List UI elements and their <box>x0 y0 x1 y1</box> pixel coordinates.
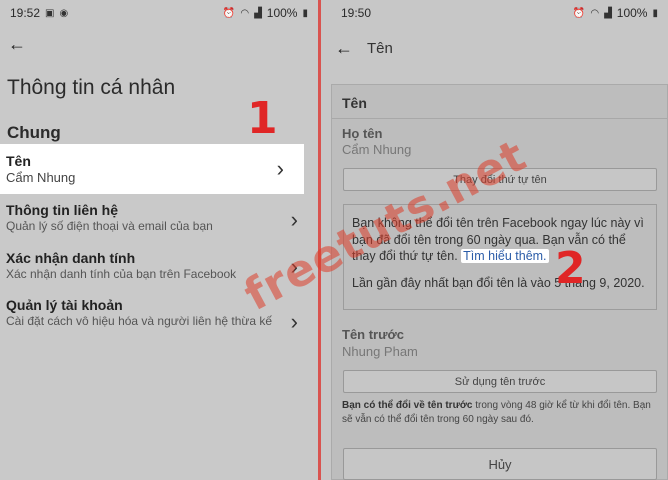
note-bold: Bạn có thể đổi về tên trước <box>342 400 473 411</box>
full-name-label: Họ tên <box>342 126 383 141</box>
page-title: Thông tin cá nhân <box>7 76 176 99</box>
status-time: 19:50 <box>341 6 372 20</box>
battery-icon: ▮ <box>302 7 308 19</box>
chevron-right-icon: › <box>276 156 284 181</box>
signal-icon: ▟ <box>604 7 612 19</box>
menu-item-sub: Cài đặt cách vô hiệu hóa và người liên h… <box>6 314 273 328</box>
wifi-icon: ◠ <box>590 7 600 19</box>
battery-icon: ▮ <box>652 7 658 19</box>
card-title: Tên <box>342 95 367 111</box>
menu-item-name[interactable]: Tên Cẩm Nhung › <box>0 144 304 194</box>
status-bar: 19:52 ▣ ◉ ⏰ ◠ ▟ 100% ▮ <box>0 0 318 26</box>
previous-name-value: Nhung Pham <box>342 344 418 359</box>
chevron-right-icon: › <box>290 207 298 232</box>
menu-item-contact[interactable]: Thông tin liên hệ Quản lý số điện thoại … <box>0 202 318 238</box>
gallery-icon: ▣ <box>45 7 55 19</box>
previous-name-note: Bạn có thể đổi về tên trước trong vòng 4… <box>342 399 664 427</box>
alarm-icon: ⏰ <box>572 7 586 19</box>
status-time: 19:52 <box>10 6 41 20</box>
info-text-2: Lần gần đây nhất bạn đổi tên là vào 5 th… <box>352 275 645 290</box>
alarm-icon: ⏰ <box>222 7 236 19</box>
section-title: Chung <box>7 123 61 142</box>
menu-item-label: Thông tin liên hệ <box>6 202 118 218</box>
back-arrow-icon[interactable]: ← <box>335 38 353 59</box>
menu-item-sub: Quản lý số điện thoại và email của bạn <box>6 219 213 233</box>
menu-item-sub: Cẩm Nhung <box>6 170 76 185</box>
signal-icon: ▟ <box>254 7 262 19</box>
step-number-1: 1 <box>247 93 278 144</box>
battery-level: 100% <box>266 6 298 20</box>
app-header: ← Tên <box>321 26 668 70</box>
back-arrow-icon[interactable]: ← <box>8 34 26 55</box>
learn-more-link[interactable]: Tìm hiểu thêm. <box>461 249 549 263</box>
wifi-icon: ◠ <box>240 7 250 19</box>
chevron-right-icon: › <box>290 309 298 334</box>
left-screen: 19:52 ▣ ◉ ⏰ ◠ ▟ 100% ▮ ← Thông tin cá nh… <box>0 0 318 480</box>
header-title: Tên <box>367 39 393 57</box>
previous-name-label: Tên trước <box>342 327 404 342</box>
use-previous-name-button[interactable]: Sử dụng tên trước <box>343 370 657 393</box>
cancel-button[interactable]: Hủy <box>343 448 657 480</box>
card-divider <box>332 118 667 119</box>
status-bar: 19:50 ⏰ ◠ ▟ 100% ▮ <box>321 0 668 26</box>
full-name-value: Cẩm Nhung <box>342 142 412 157</box>
battery-level: 100% <box>616 6 648 20</box>
notification-icon: ◉ <box>59 7 69 19</box>
menu-item-label: Tên <box>6 153 31 169</box>
step-number-2: 2 <box>555 243 586 294</box>
